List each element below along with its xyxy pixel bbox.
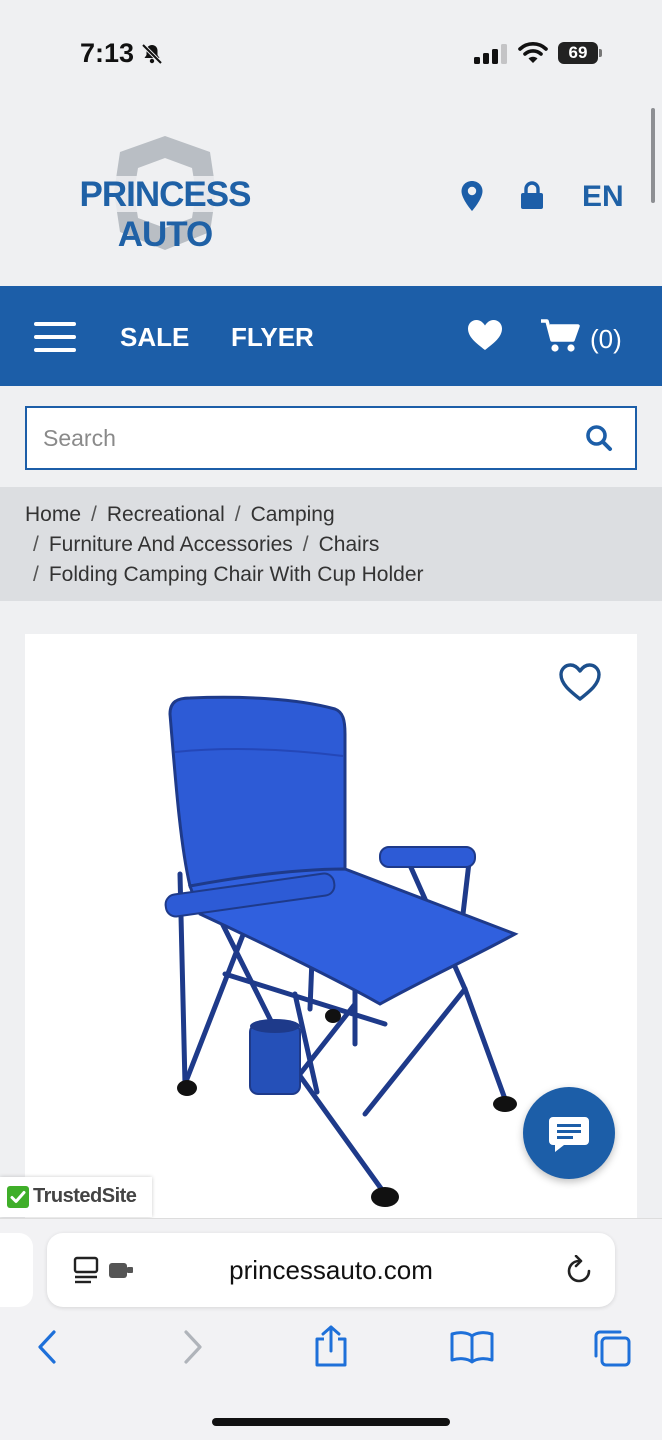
signal-icon — [474, 44, 508, 69]
chat-icon — [549, 1117, 589, 1152]
previous-tab-preview[interactable] — [0, 1233, 33, 1307]
status-time: 7:13 — [80, 38, 135, 68]
forward-icon[interactable] — [180, 1329, 204, 1370]
browser-toolbar: princessauto.com — [0, 1218, 662, 1440]
heart-icon[interactable] — [466, 318, 504, 357]
wishlist-heart-icon[interactable] — [558, 662, 602, 707]
hamburger-menu-icon[interactable] — [34, 322, 76, 352]
princess-auto-logo[interactable]: PRINCESS AUTO — [38, 132, 292, 254]
nav-flyer-link[interactable]: FLYER — [231, 322, 314, 353]
battery-icon: 69 — [558, 42, 602, 64]
reload-icon[interactable] — [565, 1254, 593, 1290]
search-box — [25, 406, 637, 470]
breadcrumb: Home / Recreational / Camping / Furniture And… — [0, 487, 662, 601]
share-icon[interactable] — [312, 1325, 350, 1372]
product-image-chair[interactable] — [145, 664, 525, 1209]
bookmarks-icon[interactable] — [450, 1330, 494, 1369]
logo-text: PRINCESS AUTO — [79, 175, 252, 254]
page-scroll-indicator — [651, 108, 655, 203]
trusted-site-label: TrustedSite — [33, 1185, 137, 1207]
status-bar: 7:13 69 — [0, 0, 662, 100]
lock-icon[interactable] — [520, 180, 544, 215]
location-pin-icon[interactable] — [460, 180, 484, 217]
breadcrumb-chairs[interactable]: Chairs — [319, 533, 380, 556]
address-bar[interactable]: princessauto.com — [47, 1233, 615, 1307]
trusted-site-badge[interactable]: TrustedSite — [0, 1177, 152, 1217]
main-nav-bar: SALE FLYER (0) — [0, 286, 662, 386]
breadcrumb-current: Folding Camping Chair With Cup Holder — [48, 563, 424, 586]
home-indicator[interactable] — [212, 1418, 450, 1426]
back-icon[interactable] — [36, 1329, 60, 1370]
nav-sale-link[interactable]: SALE — [120, 322, 189, 353]
breadcrumb-recreational[interactable]: Recreational — [107, 503, 225, 526]
cart-icon[interactable] — [540, 318, 580, 359]
cart-count[interactable]: (0) — [590, 324, 622, 355]
trusted-check-icon — [7, 1186, 29, 1208]
tabs-icon[interactable] — [592, 1328, 632, 1373]
search-icon[interactable] — [585, 424, 613, 457]
breadcrumb-furniture[interactable]: Furniture And Accessories — [49, 533, 293, 556]
breadcrumb-home[interactable]: Home — [25, 503, 81, 526]
search-input[interactable] — [43, 420, 563, 456]
wifi-icon — [518, 41, 548, 70]
bell-off-icon — [140, 42, 164, 71]
breadcrumb-camping[interactable]: Camping — [251, 503, 335, 526]
chat-button[interactable] — [523, 1087, 615, 1179]
url-text[interactable]: princessauto.com — [47, 1255, 615, 1286]
language-switch[interactable]: EN — [582, 180, 624, 214]
battery-level: 69 — [558, 42, 598, 64]
